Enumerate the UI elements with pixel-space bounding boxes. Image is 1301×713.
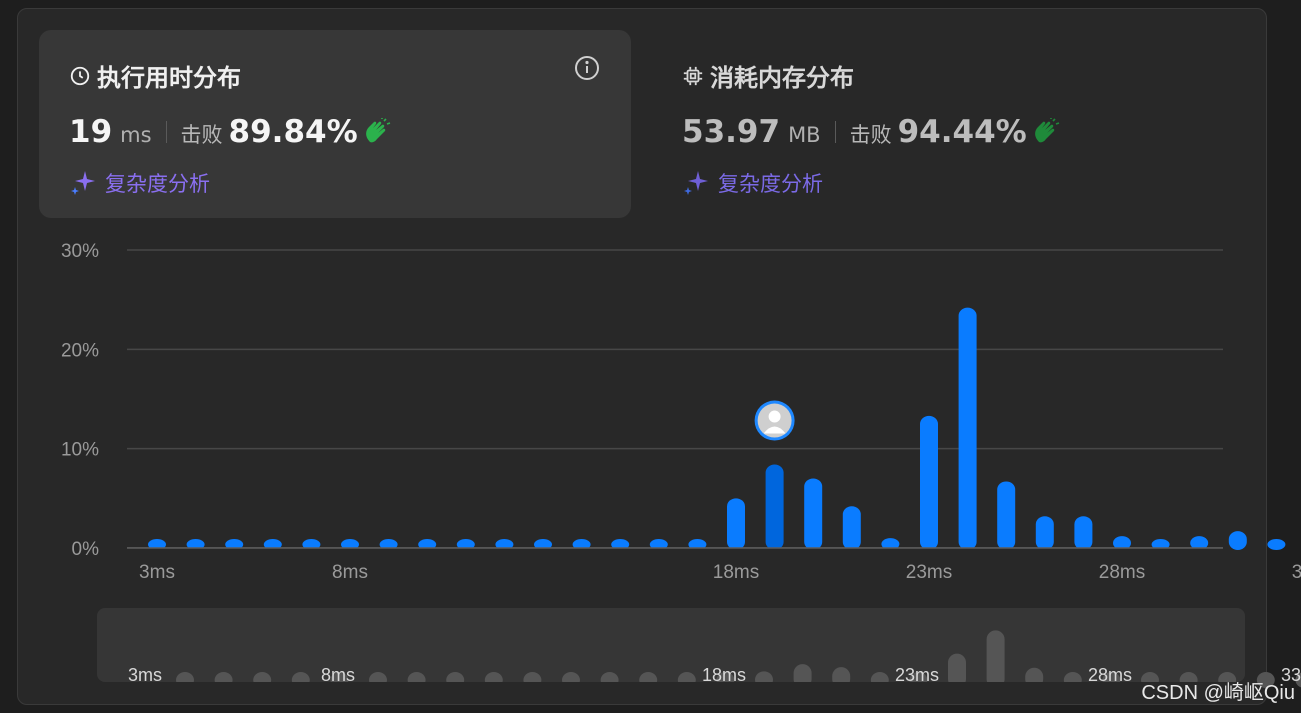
bar[interactable]	[727, 498, 745, 550]
bar[interactable]	[804, 478, 823, 550]
bar[interactable]	[958, 307, 977, 550]
mini-tick-label: 18ms	[702, 665, 746, 685]
x-tick-label: 33ms	[1292, 562, 1301, 583]
bar[interactable]	[842, 506, 861, 550]
bar[interactable]	[920, 415, 938, 550]
bar[interactable]	[1228, 531, 1247, 550]
x-tick-label: 3ms	[139, 562, 175, 583]
mini-bar	[986, 630, 1005, 688]
x-tick-label: 23ms	[906, 562, 952, 583]
runtime-distribution-chart[interactable]: 0% 10% 20% 30% 3ms 8ms 18ms 23ms 28ms 33ms 3ms 8ms…	[0, 0, 1301, 713]
x-tick-label: 8ms	[332, 562, 368, 583]
y-tick-label: 10%	[61, 440, 99, 461]
bar[interactable]	[1074, 516, 1093, 550]
mini-tick-label: 23ms	[895, 665, 939, 685]
bar[interactable]	[1035, 516, 1054, 550]
avatar-head	[768, 410, 781, 423]
mini-tick-label: 3ms	[128, 665, 162, 685]
bar[interactable]	[765, 464, 784, 550]
range-selector[interactable]	[97, 608, 1245, 682]
y-tick-label: 20%	[61, 340, 99, 361]
mini-mask	[97, 682, 1245, 692]
y-tick-label: 30%	[61, 241, 99, 262]
x-tick-label: 18ms	[713, 562, 759, 583]
mini-tick-label: 28ms	[1088, 665, 1132, 685]
bar[interactable]	[1267, 539, 1286, 550]
mini-tick-label: 8ms	[321, 665, 355, 685]
x-tick-label: 28ms	[1099, 562, 1145, 583]
bar[interactable]	[997, 481, 1016, 550]
y-tick-label: 0%	[72, 539, 100, 560]
watermark: CSDN @崎岖Qiu	[1141, 682, 1295, 704]
